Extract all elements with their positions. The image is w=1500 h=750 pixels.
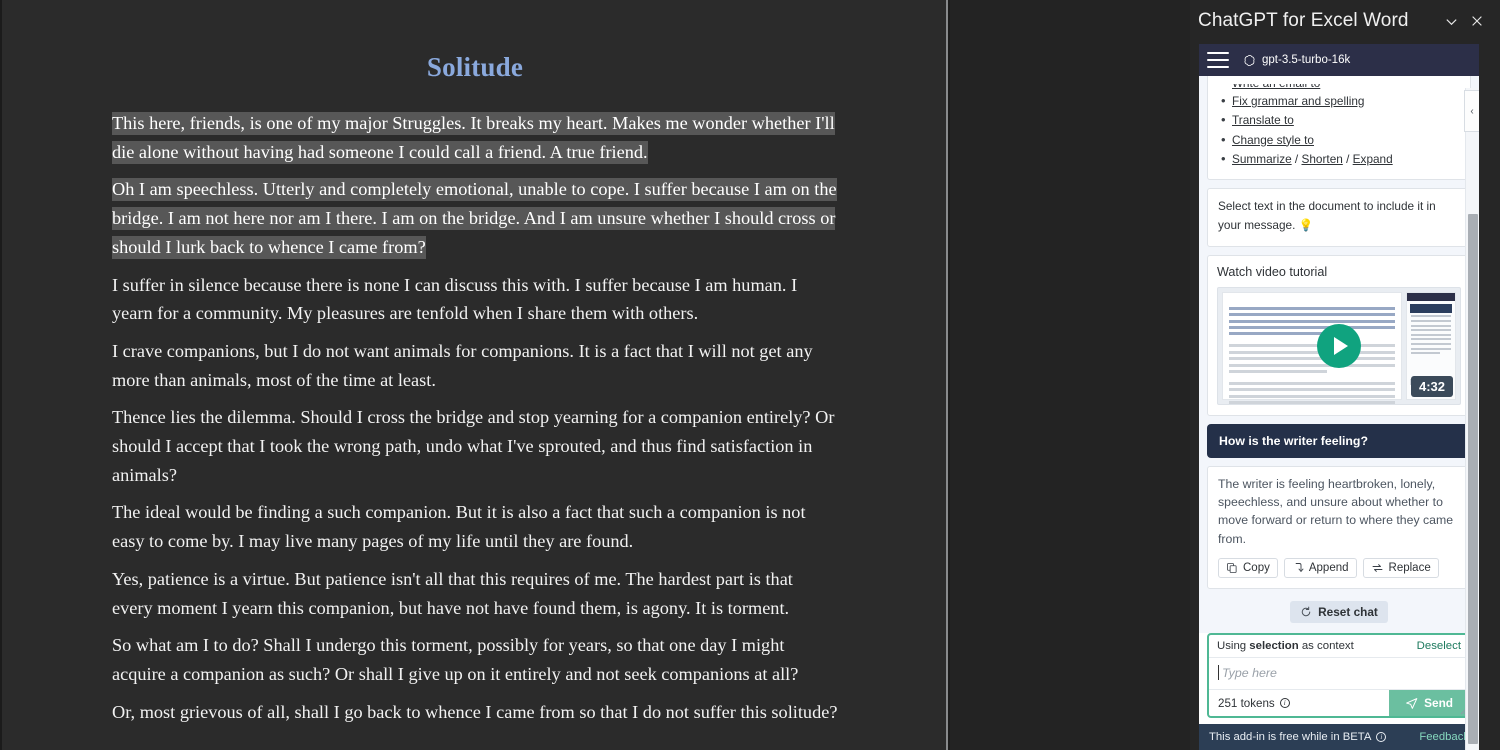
append-icon xyxy=(1295,563,1304,573)
quick-action-fix-grammar[interactable]: Fix grammar and spelling xyxy=(1232,94,1364,108)
replace-label: Replace xyxy=(1388,561,1431,574)
thumbnail-document-mock xyxy=(1222,291,1402,404)
quick-action-cutoff-label: Write an email to xyxy=(1232,84,1320,90)
context-row: Using selection as context Deselect xyxy=(1209,635,1469,658)
document-paragraph[interactable]: I suffer in silence because there is non… xyxy=(112,271,838,328)
addin-header: gpt-3.5-turbo-16k xyxy=(1199,44,1479,76)
send-button[interactable]: Send xyxy=(1389,690,1469,716)
separator: / xyxy=(1291,151,1302,166)
quick-actions-list: Fix grammar and spelling Translate to Ch… xyxy=(1218,91,1460,169)
quick-action-translate[interactable]: Translate to xyxy=(1232,113,1294,127)
close-icon[interactable] xyxy=(1464,8,1490,34)
workspace-background xyxy=(950,0,1190,750)
quick-action-change-style[interactable]: Change style to xyxy=(1232,133,1314,147)
composer: Using selection as context Deselect Type… xyxy=(1207,633,1471,718)
task-pane-title: ChatGPT for Excel Word xyxy=(1198,10,1409,31)
document-body: Solitude This here, friends, is one of m… xyxy=(2,0,946,750)
quick-action-cutoff[interactable]: Write an email to xyxy=(1218,84,1460,91)
send-label: Send xyxy=(1424,696,1453,710)
video-tutorial-card[interactable]: Watch video tutorial 4:32 xyxy=(1207,254,1471,416)
user-message: How is the writer feeling? xyxy=(1207,423,1471,458)
list-item[interactable]: Fix grammar and spelling xyxy=(1221,91,1460,111)
reset-icon xyxy=(1301,606,1311,617)
chevron-down-icon[interactable] xyxy=(1438,8,1464,34)
assistant-actions: Copy Append Replace xyxy=(1218,557,1460,578)
openai-logo-icon xyxy=(1244,54,1255,66)
document-title: Solitude xyxy=(426,52,524,82)
document-canvas: Solitude This here, friends, is one of m… xyxy=(0,0,948,750)
copy-label: Copy xyxy=(1243,561,1270,574)
video-tutorial-label: Watch video tutorial xyxy=(1217,264,1328,279)
list-item[interactable]: Change style to xyxy=(1221,130,1460,150)
reset-chat-label: Reset chat xyxy=(1318,604,1378,619)
task-pane: ChatGPT for Excel Word gpt-3.5-turbo-16k xyxy=(1190,0,1500,750)
beta-notice: This add-in is free while in BETA xyxy=(1209,731,1387,743)
hamburger-menu-icon[interactable] xyxy=(1207,52,1229,68)
selected-text: This here, friends, is one of my major S… xyxy=(112,112,835,164)
send-row: 251 tokens Send xyxy=(1209,689,1469,716)
replace-icon xyxy=(1372,564,1382,572)
scrollbar-thumb[interactable] xyxy=(1468,214,1478,744)
beta-notice-label: This add-in is free while in BETA xyxy=(1209,731,1372,743)
assistant-message: The writer is feeling heartbroken, lonel… xyxy=(1218,476,1454,546)
screen: Solitude This here, friends, is one of m… xyxy=(0,0,1500,750)
document-paragraph[interactable]: Yes, patience is a virtue. But patience … xyxy=(112,565,838,622)
deselect-button[interactable]: Deselect xyxy=(1417,640,1461,652)
panel-collapse-button[interactable]: ‹ xyxy=(1464,90,1479,132)
info-icon[interactable] xyxy=(1279,698,1290,708)
document-paragraph[interactable]: Oh I am speechless. Utterly and complete… xyxy=(112,175,838,261)
selection-hint: Select text in the document to include i… xyxy=(1218,199,1436,233)
document-paragraph[interactable]: Thence lies the dilemma. Should I cross … xyxy=(112,403,838,489)
quick-action-expand[interactable]: Expand xyxy=(1353,152,1393,166)
copy-icon xyxy=(1227,563,1237,573)
chat-scroll-region[interactable]: Write an email to Fix grammar and spelli… xyxy=(1199,76,1479,633)
play-icon[interactable] xyxy=(1317,323,1361,368)
model-name: gpt-3.5-turbo-16k xyxy=(1262,54,1351,66)
document-page[interactable]: Solitude This here, friends, is one of m… xyxy=(2,0,948,750)
document-paragraph[interactable]: So what am I to do? Shall I undergo this… xyxy=(112,631,838,688)
assistant-message-card: The writer is feeling heartbroken, lonel… xyxy=(1207,465,1471,589)
document-paragraph[interactable]: The ideal would be finding a such compan… xyxy=(112,498,838,555)
task-pane-titlebar: ChatGPT for Excel Word xyxy=(1190,0,1500,42)
list-item[interactable]: Summarize / Shorten / Expand xyxy=(1221,149,1460,169)
send-icon xyxy=(1406,697,1418,709)
quick-actions-card: Write an email to Fix grammar and spelli… xyxy=(1207,76,1471,181)
token-count-label: 251 tokens xyxy=(1218,696,1275,710)
addin-scrollbar[interactable]: ▲ xyxy=(1465,88,1479,750)
feedback-link[interactable]: Feedback xyxy=(1419,731,1469,743)
beta-bar: This add-in is free while in BETA Feedba… xyxy=(1199,724,1479,750)
quick-action-shorten[interactable]: Shorten xyxy=(1302,152,1343,166)
append-button[interactable]: Append xyxy=(1283,557,1357,578)
addin-frame: gpt-3.5-turbo-16k Write an email to Fix … xyxy=(1199,44,1479,750)
list-item[interactable]: Translate to xyxy=(1221,110,1460,130)
separator: / xyxy=(1342,151,1353,166)
reset-chat-row: Reset chat xyxy=(1207,597,1471,633)
reset-chat-button[interactable]: Reset chat xyxy=(1290,600,1388,623)
message-input[interactable]: Type here xyxy=(1209,658,1469,689)
context-prefix: Using xyxy=(1217,640,1250,652)
append-label: Append xyxy=(1308,561,1349,574)
video-duration: 4:32 xyxy=(1410,375,1453,397)
model-selector[interactable]: gpt-3.5-turbo-16k xyxy=(1243,54,1350,67)
video-thumbnail[interactable]: 4:32 xyxy=(1217,286,1461,405)
info-icon[interactable] xyxy=(1376,732,1387,742)
quick-action-summarize[interactable]: Summarize xyxy=(1232,152,1292,166)
context-source: selection xyxy=(1249,640,1299,652)
hint-card: Select text in the document to include i… xyxy=(1207,188,1471,247)
document-paragraph[interactable]: Or, most grievous of all, shall I go bac… xyxy=(112,698,838,727)
copy-button[interactable]: Copy xyxy=(1218,557,1278,578)
token-count: 251 tokens xyxy=(1209,690,1389,716)
context-label: Using selection as context xyxy=(1217,640,1354,652)
replace-button[interactable]: Replace xyxy=(1362,557,1439,578)
context-suffix: as context xyxy=(1298,640,1354,652)
text-caret xyxy=(1218,665,1219,680)
document-paragraph[interactable]: I crave companions, but I do not want an… xyxy=(112,337,838,394)
message-input-placeholder: Type here xyxy=(1222,666,1277,680)
selected-text: Oh I am speechless. Utterly and complete… xyxy=(112,178,837,259)
document-paragraph[interactable]: This here, friends, is one of my major S… xyxy=(112,109,838,166)
